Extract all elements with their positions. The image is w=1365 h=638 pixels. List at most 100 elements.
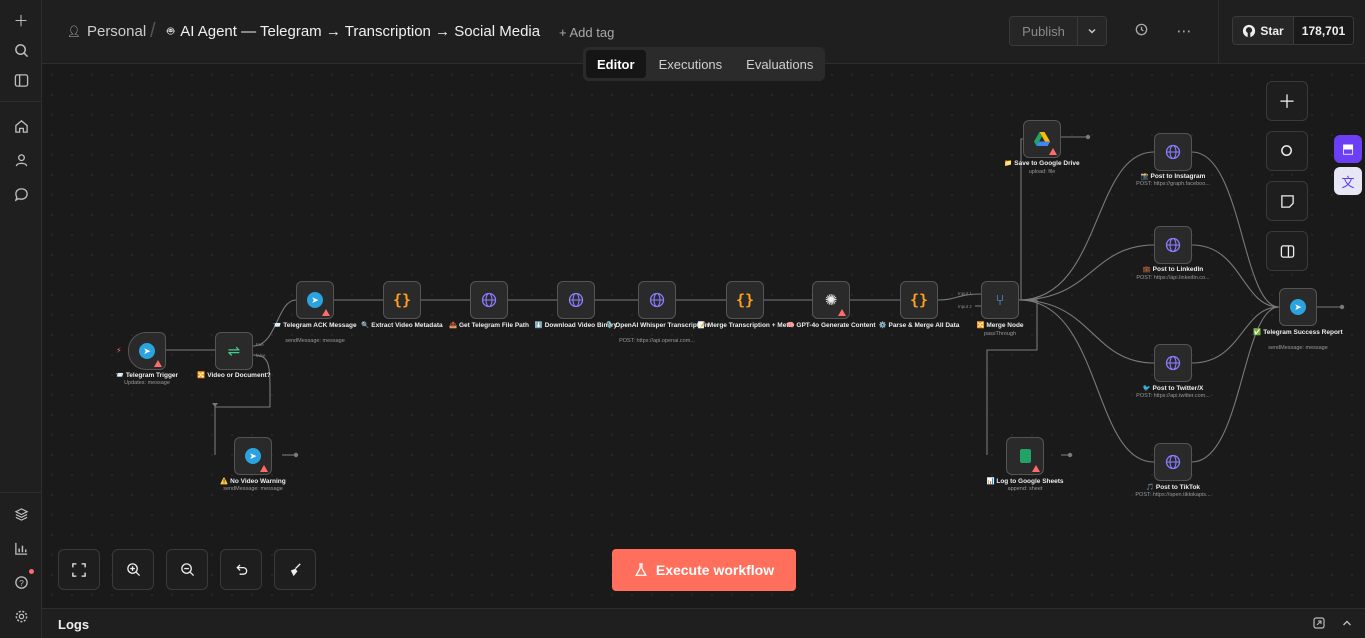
node-subtitle: POST: https://api.twitter.com... <box>1136 393 1210 399</box>
node-telegram-ack[interactable]: ➤ <box>296 281 334 319</box>
chevron-down-icon[interactable] <box>1078 17 1106 45</box>
node-label: 🎵 Post to TikTok <box>1145 484 1201 491</box>
add-node-button[interactable]: ＋ <box>1266 81 1308 121</box>
execute-workflow-button[interactable]: Execute workflow <box>612 549 796 591</box>
telegram-icon: ➤ <box>1290 299 1306 315</box>
openai-icon: ✺ <box>824 292 838 309</box>
node-label: 📸 Post to Instagram <box>1140 173 1206 180</box>
fit-view-button[interactable] <box>58 549 100 590</box>
chevron-up-icon[interactable] <box>1340 617 1354 631</box>
node-subtitle: passThrough <box>983 331 1017 337</box>
node-get-file-path[interactable] <box>470 281 508 319</box>
node-gpt4o-generate[interactable]: ✺ <box>812 281 850 319</box>
globe-icon <box>1165 237 1181 253</box>
star-label: Star <box>1260 23 1284 38</box>
history-icon[interactable] <box>1131 22 1151 42</box>
node-subtitle: POST: https://open.tiktokapis... <box>1135 492 1211 498</box>
zoom-in-button[interactable] <box>112 549 154 590</box>
node-no-video-warning[interactable]: ➤ <box>234 437 272 475</box>
google-sheets-icon <box>1019 449 1031 463</box>
node-label: 📊 Log to Google Sheets <box>986 478 1064 485</box>
node-subtitle: POST: https://graph.faceboo... <box>1136 181 1210 187</box>
node-whisper-transcription[interactable] <box>638 281 676 319</box>
tab-editor[interactable]: Editor <box>586 50 646 78</box>
notification-dot <box>29 569 34 574</box>
globe-icon <box>1165 454 1181 470</box>
node-post-linkedin[interactable] <box>1154 226 1192 264</box>
node-post-twitter[interactable] <box>1154 344 1192 382</box>
node-parse-merge[interactable]: {} <box>900 281 938 319</box>
node-label: 🐦 Post to Twitter/X <box>1142 385 1204 392</box>
node-telegram-success[interactable]: ➤ <box>1279 288 1317 326</box>
robot-icon: 🤖︎ <box>167 24 175 38</box>
github-star-group: Star 178,701 <box>1232 16 1354 45</box>
breadcrumb-project[interactable]: 👤︎ Personal <box>67 23 146 40</box>
google-drive-icon <box>1034 132 1050 146</box>
star-count: 178,701 <box>1294 17 1353 44</box>
github-star-button[interactable]: Star <box>1233 17 1294 44</box>
node-telegram-trigger[interactable]: ➤ <box>128 332 166 370</box>
plus-icon[interactable]: ＋ <box>8 7 34 33</box>
home-icon[interactable] <box>8 113 34 139</box>
node-subtitle: append: sheet <box>1007 486 1043 492</box>
node-post-instagram[interactable] <box>1154 133 1192 171</box>
execute-workflow-label: Execute workflow <box>655 562 775 578</box>
node-label: 💼 Post to LinkedIn <box>1142 266 1204 273</box>
node-video-or-document[interactable]: ⇌ <box>215 332 253 370</box>
node-merge[interactable]: ⑂ <box>981 281 1019 319</box>
node-label: 🔀 Merge Node <box>976 322 1024 329</box>
node-label: 🔀 Video or Document? <box>197 372 271 379</box>
insights-chart-icon[interactable] <box>8 535 34 561</box>
github-icon <box>1243 24 1256 37</box>
globe-icon <box>649 292 665 308</box>
switch-signpost-icon: ⇌ <box>227 343 241 360</box>
add-tag-button[interactable]: + Add tag <box>559 25 614 40</box>
layers-icon[interactable] <box>8 501 34 527</box>
port-label-input2: Input 2 <box>958 304 972 309</box>
workflow-title[interactable]: 🤖︎ AI Agent — Telegram → Transcription →… <box>167 23 540 40</box>
code-braces-icon: {} <box>735 291 755 309</box>
panel-toggle-icon[interactable] <box>8 67 34 93</box>
user-icon[interactable] <box>8 147 34 173</box>
settings-gear-icon[interactable] <box>8 603 34 629</box>
search-icon[interactable] <box>8 37 34 63</box>
search-nodes-button[interactable] <box>1266 131 1308 171</box>
pop-out-icon[interactable] <box>1312 617 1326 631</box>
logs-panel[interactable]: Logs <box>42 608 1365 638</box>
port-label-false: false <box>256 353 266 358</box>
node-log-google-sheets[interactable] <box>1006 437 1044 475</box>
workflow-canvas[interactable]: ➤ ⚡ 📨 Telegram Trigger Updates: message … <box>42 65 1365 608</box>
node-merge-transcription[interactable]: {} <box>726 281 764 319</box>
node-subtitle: Updates: message <box>124 380 170 386</box>
tab-executions[interactable]: Executions <box>648 50 734 78</box>
breadcrumb-separator: / <box>150 20 156 42</box>
zoom-out-button[interactable] <box>166 549 208 590</box>
node-subtitle: upload: file <box>1028 169 1056 175</box>
node-subtitle: POST: https://api.openai.com... <box>619 338 695 344</box>
left-sidebar: ＋ ? <box>0 0 42 638</box>
svg-text:?: ? <box>19 577 24 587</box>
tab-evaluations[interactable]: Evaluations <box>735 50 824 78</box>
node-extract-metadata[interactable]: {} <box>383 281 421 319</box>
translate-icon[interactable]: 文 <box>1334 167 1362 195</box>
trigger-bolt-icon: ⚡ <box>116 346 122 355</box>
globe-icon <box>1165 144 1181 160</box>
telegram-icon: ➤ <box>139 343 155 359</box>
node-save-google-drive[interactable] <box>1023 120 1061 158</box>
publish-button[interactable]: Publish <box>1010 17 1078 45</box>
tidy-up-broom-button[interactable] <box>274 549 316 590</box>
sticky-note-button[interactable] <box>1266 181 1308 221</box>
telegram-icon: ➤ <box>307 292 323 308</box>
globe-icon <box>568 292 584 308</box>
node-subtitle: sendMessage: message <box>223 486 283 492</box>
node-post-tiktok[interactable] <box>1154 443 1192 481</box>
extension-overlay-icon[interactable]: ⬒ <box>1334 135 1362 163</box>
node-subtitle: sendMessage: message <box>1268 345 1328 351</box>
more-options-icon[interactable]: ⋯ <box>1174 22 1194 42</box>
undo-button[interactable] <box>220 549 262 590</box>
publish-group: Publish <box>1009 16 1107 46</box>
node-download-binary[interactable] <box>557 281 595 319</box>
chat-icon[interactable] <box>8 181 34 207</box>
side-panel-button[interactable] <box>1266 231 1308 271</box>
node-subtitle: POST: https://api.linkedin.co... <box>1136 275 1210 281</box>
